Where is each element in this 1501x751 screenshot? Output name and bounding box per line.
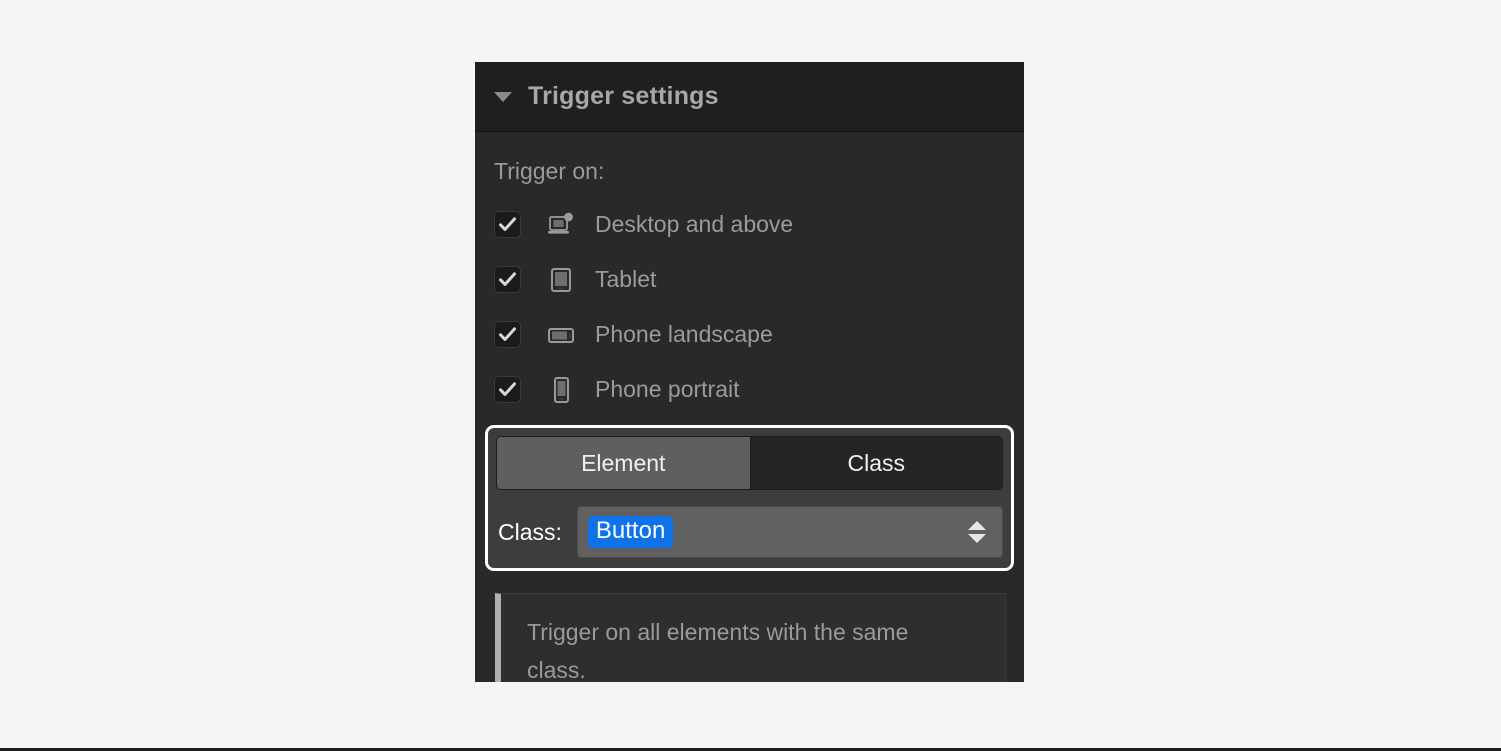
checkmark-icon <box>498 215 517 234</box>
trigger-target-group: Element Class Class: Button <box>485 425 1014 571</box>
checkbox-phone-landscape[interactable] <box>494 321 521 348</box>
checkmark-icon <box>498 380 517 399</box>
class-select-value: Button <box>588 516 673 548</box>
tab-element[interactable]: Element <box>497 437 750 489</box>
device-label-phone-landscape: Phone landscape <box>595 321 773 348</box>
phone-portrait-icon <box>547 376 575 404</box>
triangle-down-icon[interactable] <box>494 92 512 102</box>
trigger-settings-panel: Trigger settings Trigger on: <box>475 62 1024 682</box>
trigger-on-label: Trigger on: <box>475 132 1024 185</box>
device-checkbox-list: Desktop and above Tablet <box>475 185 1024 417</box>
device-label-phone-portrait: Phone portrait <box>595 376 739 403</box>
class-field-label: Class: <box>498 519 562 546</box>
device-row-tablet[interactable]: Tablet <box>494 252 1024 307</box>
stepper-down-arrow[interactable] <box>968 534 986 543</box>
device-label-desktop: Desktop and above <box>595 211 793 238</box>
checkmark-icon <box>498 325 517 344</box>
stepper-up-arrow[interactable] <box>968 521 986 530</box>
target-type-segmented-control[interactable]: Element Class <box>496 436 1003 490</box>
page-title: Trigger settings <box>528 82 719 111</box>
desktop-icon <box>547 211 575 239</box>
class-row: Class: Button <box>496 506 1003 558</box>
class-select[interactable]: Button <box>577 506 1003 558</box>
device-label-tablet: Tablet <box>595 266 656 293</box>
help-box: Trigger on all elements with the same cl… <box>495 593 1006 682</box>
panel-body: Trigger on: Desktop and ab <box>475 132 1024 682</box>
tablet-icon <box>547 266 575 294</box>
checkbox-desktop[interactable] <box>494 211 521 238</box>
checkbox-phone-portrait[interactable] <box>494 376 521 403</box>
device-row-phone-landscape[interactable]: Phone landscape <box>494 307 1024 362</box>
panel-header[interactable]: Trigger settings <box>475 62 1024 132</box>
device-row-phone-portrait[interactable]: Phone portrait <box>494 362 1024 417</box>
tab-class[interactable]: Class <box>750 437 1003 489</box>
phone-landscape-icon <box>547 321 575 349</box>
checkbox-tablet[interactable] <box>494 266 521 293</box>
help-text: Trigger on all elements with the same cl… <box>527 614 957 682</box>
device-row-desktop[interactable]: Desktop and above <box>494 197 1024 252</box>
up-down-stepper-icon[interactable] <box>968 521 992 543</box>
checkmark-icon <box>498 270 517 289</box>
